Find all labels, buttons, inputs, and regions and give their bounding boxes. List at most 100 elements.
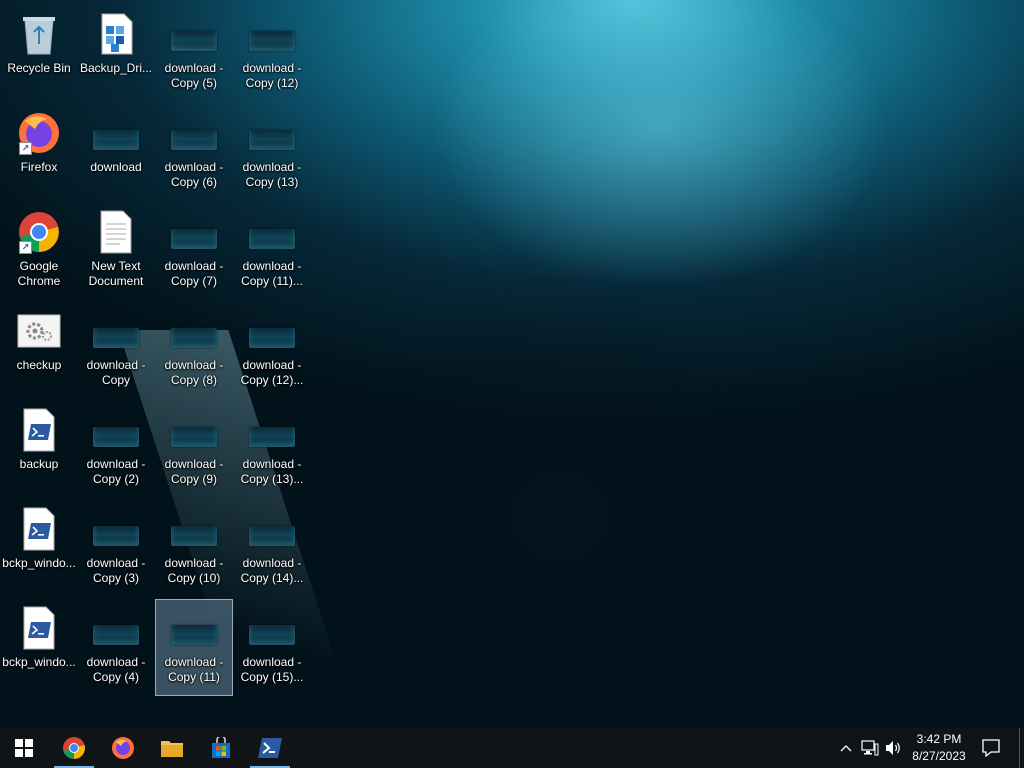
store-icon (212, 737, 230, 758)
desktop-icon[interactable]: download - Copy (12)... (234, 303, 310, 398)
image-thumbnail-icon (92, 604, 140, 652)
image-thumbnail-icon (248, 109, 296, 157)
powershell-script-icon (15, 604, 63, 652)
action-center-button[interactable] (981, 738, 1001, 758)
image-thumbnail-icon (248, 406, 296, 454)
powershell-icon (258, 738, 282, 758)
desktop-icon[interactable]: download - Copy (4) (78, 600, 154, 695)
image-thumbnail-icon (92, 406, 140, 454)
desktop-icon[interactable]: download - Copy (11) (155, 599, 233, 696)
desktop-icon[interactable]: download - Copy (2) (78, 402, 154, 497)
text-file-icon (92, 208, 140, 256)
desktop-icon-label: download - Copy (14)... (240, 556, 304, 585)
desktop-icon-label: bckp_windo... (2, 556, 76, 570)
desktop-icon[interactable]: download - Copy (7) (156, 204, 232, 299)
recycle-bin-icon (15, 10, 63, 58)
image-thumbnail-icon (248, 307, 296, 355)
image-thumbnail-icon (92, 109, 140, 157)
desktop-icon[interactable]: backup (1, 402, 77, 497)
taskbar: 3:42 PM 8/27/2023 (0, 728, 1024, 768)
desktop-icon[interactable]: Backup_Dri... (78, 6, 154, 101)
image-thumbnail-icon (248, 505, 296, 553)
speaker-icon (886, 741, 900, 755)
desktop-icon-label: Firefox (20, 160, 58, 174)
start-button[interactable] (0, 728, 48, 768)
firefox-icon (112, 737, 134, 759)
desktop-icon[interactable]: download - Copy (5) (156, 6, 232, 101)
desktop-icon-label: download - Copy (11) (164, 655, 224, 684)
taskbar-powershell-button[interactable] (246, 728, 294, 768)
folder-icon (161, 741, 183, 757)
desktop-icon-label: download - Copy (9) (164, 457, 224, 486)
desktop-icon-label: download - Copy (12)... (240, 358, 304, 387)
show-hidden-icons-button[interactable] (836, 738, 856, 758)
image-thumbnail-icon (92, 505, 140, 553)
desktop-icon-label: backup (19, 457, 59, 471)
image-thumbnail-icon (170, 406, 218, 454)
desktop-icon-label: download - Copy (5) (164, 61, 224, 90)
desktop-icon-label: download - Copy (13)... (240, 457, 304, 486)
desktop-icon-label: checkup (16, 358, 62, 372)
desktop-icon-label: download - Copy (6) (164, 160, 224, 189)
taskbar-store-button[interactable] (197, 728, 245, 768)
image-thumbnail-icon (248, 604, 296, 652)
desktop-icon[interactable]: download - Copy (9) (156, 402, 232, 497)
powershell-script-icon (15, 505, 63, 553)
desktop-icon[interactable]: download - Copy (14)... (234, 501, 310, 596)
desktop-icon[interactable]: ↗ Google Chrome (1, 204, 77, 299)
desktop-icon-label: download - Copy (12) (242, 61, 302, 90)
desktop-icon-label: download - Copy (13) (242, 160, 302, 189)
image-thumbnail-icon (248, 10, 296, 58)
desktop-icon-label: Recycle Bin (7, 61, 71, 75)
desktop-icon[interactable]: download (78, 105, 154, 200)
clock-date: 8/27/2023 (912, 749, 966, 763)
image-thumbnail-icon (170, 109, 218, 157)
settings-file-icon (15, 307, 63, 355)
desktop-icon[interactable]: download - Copy (11)... (234, 204, 310, 299)
taskbar-firefox-button[interactable] (99, 728, 147, 768)
desktop-icon[interactable]: download - Copy (8) (156, 303, 232, 398)
desktop-icon-label: download - Copy (15)... (240, 655, 304, 684)
desktop[interactable]: Recycle Bin Backup_Dri... download - Copy … (0, 0, 1024, 728)
desktop-icon[interactable]: download - Copy (13) (234, 105, 310, 200)
image-thumbnail-icon (170, 208, 218, 256)
desktop-icon-label: download (90, 160, 142, 174)
desktop-icon[interactable]: bckp_windo... (1, 600, 77, 695)
desktop-icon[interactable]: checkup (1, 303, 77, 398)
desktop-icon-label: download - Copy (10) (164, 556, 224, 585)
registry-file-icon (92, 10, 140, 58)
desktop-icon[interactable]: bckp_windo... (1, 501, 77, 596)
desktop-icon[interactable]: New Text Document (78, 204, 154, 299)
desktop-icon-label: download - Copy (3) (86, 556, 146, 585)
desktop-icon[interactable]: download - Copy (10) (156, 501, 232, 596)
desktop-icon[interactable]: download - Copy (15)... (234, 600, 310, 695)
show-desktop-button[interactable] (1019, 728, 1024, 768)
desktop-icon-label: download - Copy (7) (164, 259, 224, 288)
image-thumbnail-icon (248, 208, 296, 256)
desktop-icon[interactable]: Recycle Bin (1, 6, 77, 101)
desktop-icon[interactable]: download - Copy (78, 303, 154, 398)
desktop-icon[interactable]: ↗ Firefox (1, 105, 77, 200)
taskbar-chrome-button[interactable] (50, 728, 98, 768)
volume-tray-button[interactable] (884, 738, 904, 758)
image-thumbnail-icon (170, 10, 218, 58)
desktop-icon[interactable]: download - Copy (13)... (234, 402, 310, 497)
clock-time: 3:42 PM (916, 732, 962, 746)
desktop-icon-label: download - Copy (4) (86, 655, 146, 684)
wallpaper-rock (280, 230, 900, 728)
image-thumbnail-icon (170, 307, 218, 355)
network-tray-button[interactable] (860, 738, 880, 758)
desktop-icon-label: New Text Document (88, 259, 144, 288)
desktop-icon[interactable]: download - Copy (12) (234, 6, 310, 101)
taskbar-clock[interactable]: 3:42 PM 8/27/2023 (906, 728, 972, 768)
desktop-icon-label: Backup_Dri... (79, 61, 153, 75)
windows-logo-icon (15, 739, 33, 757)
image-thumbnail-icon (170, 604, 218, 652)
firefox-icon: ↗ (15, 109, 63, 157)
desktop-icon[interactable]: download - Copy (6) (156, 105, 232, 200)
image-thumbnail-icon (170, 505, 218, 553)
desktop-icon-label: download - Copy (2) (86, 457, 146, 486)
chevron-up-icon (840, 745, 852, 752)
taskbar-file-explorer-button[interactable] (148, 728, 196, 768)
desktop-icon[interactable]: download - Copy (3) (78, 501, 154, 596)
